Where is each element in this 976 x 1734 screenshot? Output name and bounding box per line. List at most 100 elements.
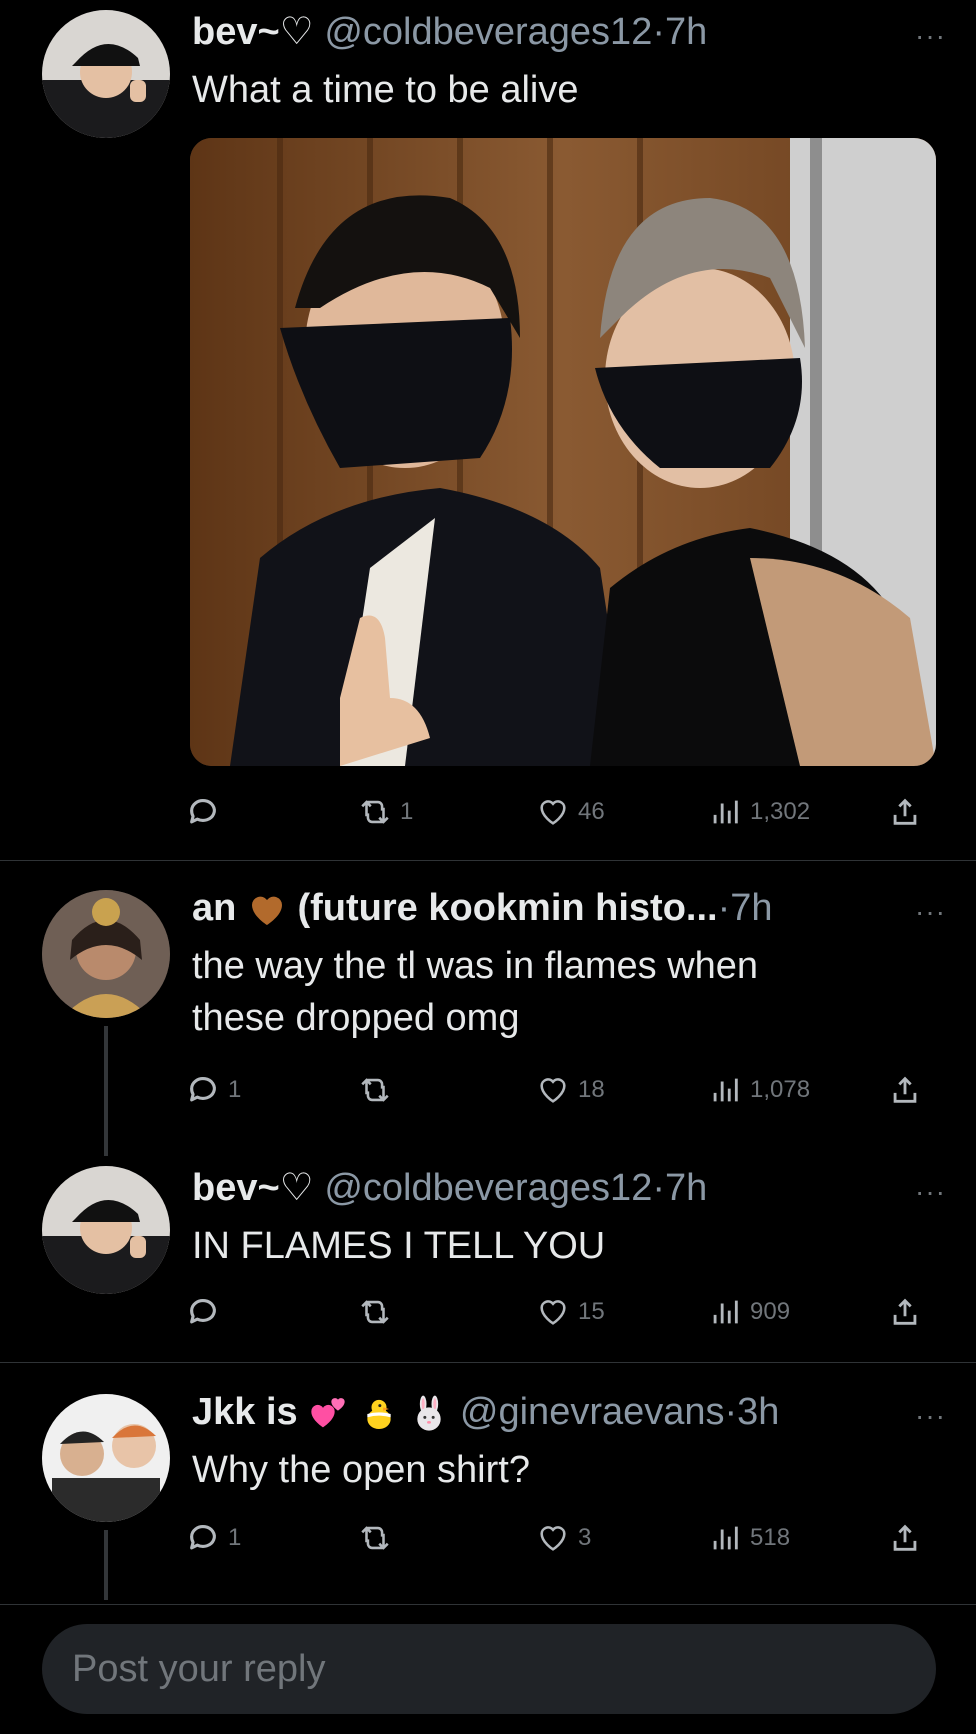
retweet-icon	[361, 1078, 389, 1102]
separator: ·	[652, 1167, 665, 1209]
heart-icon	[540, 1078, 566, 1103]
display-name[interactable]: bev~	[192, 1167, 280, 1209]
views-icon	[713, 1300, 738, 1324]
more-options-button[interactable]: ···	[915, 1176, 946, 1208]
share-icon	[893, 1298, 917, 1325]
tweet-1[interactable]: bev~♡ @coldbeverages12·7h ··· What a tim…	[0, 0, 976, 860]
avatar[interactable]	[42, 10, 170, 138]
tweet-header: Jkk is @ginevraevans·3h	[192, 1390, 880, 1434]
avatar[interactable]	[42, 890, 170, 1018]
display-name[interactable]: bev~	[192, 11, 280, 53]
avatar[interactable]	[42, 1394, 170, 1522]
display-name[interactable]: an	[192, 887, 236, 929]
display-name[interactable]: Jkk is	[192, 1391, 298, 1433]
reply-button[interactable]	[186, 790, 228, 834]
share-button[interactable]	[888, 1068, 922, 1112]
retweet-icon	[361, 800, 389, 824]
views-icon	[713, 1526, 738, 1550]
views-button[interactable]: 909	[708, 1290, 790, 1334]
reply-placeholder: Post your reply	[72, 1647, 326, 1690]
like-button[interactable]: 46	[536, 790, 605, 834]
timestamp[interactable]: 7h	[730, 887, 772, 929]
like-count: 18	[578, 1076, 605, 1103]
separator: ·	[717, 887, 731, 929]
reply-count: 1	[228, 1076, 242, 1103]
tweet-header: bev~♡ @coldbeverages12·7h	[192, 10, 880, 54]
timestamp[interactable]: 7h	[665, 1167, 707, 1209]
divider	[0, 860, 976, 861]
handle[interactable]: @coldbeverages12	[324, 11, 652, 53]
handle[interactable]: @coldbeverages12	[324, 1167, 652, 1209]
tweet-actions: 1 18 1,078	[190, 1068, 932, 1112]
reply-count: 1	[228, 1524, 242, 1551]
like-button[interactable]: 3	[536, 1516, 591, 1560]
reply-button[interactable]: 1	[186, 1516, 241, 1560]
share-button[interactable]	[888, 1516, 922, 1560]
view-count: 518	[750, 1524, 791, 1551]
like-button[interactable]: 15	[536, 1290, 605, 1334]
tweet-photo[interactable]	[190, 138, 936, 766]
display-name-suffix[interactable]: (future kookmin histo...	[297, 887, 717, 929]
reply-input[interactable]: Post your reply	[42, 1624, 936, 1714]
avatar[interactable]	[42, 1166, 170, 1294]
reply-icon	[190, 1077, 216, 1102]
thread-line	[104, 1530, 108, 1600]
share-icon	[893, 1076, 917, 1103]
retweet-icon	[361, 1526, 389, 1550]
views-button[interactable]: 518	[708, 1516, 790, 1560]
tweet-header: bev~♡ @coldbeverages12·7h	[192, 1166, 880, 1210]
separator: ·	[652, 11, 665, 53]
views-icon	[713, 1078, 738, 1102]
tweet-text: Why the open shirt?	[192, 1449, 530, 1491]
handle[interactable]: @ginevraevans	[460, 1391, 725, 1433]
like-count: 15	[578, 1298, 605, 1325]
share-button[interactable]	[888, 1290, 922, 1334]
reply-button[interactable]	[186, 1290, 228, 1334]
views-button[interactable]: 1,078	[708, 1068, 810, 1112]
more-options-button[interactable]: ···	[915, 1400, 946, 1432]
thread-line	[104, 1026, 108, 1156]
retweet-button[interactable]	[358, 1290, 400, 1334]
reply-icon	[190, 1299, 216, 1324]
reply-button[interactable]: 1	[186, 1068, 241, 1112]
tweet-3[interactable]: bev~♡ @coldbeverages12·7h ··· IN FLAMES …	[0, 1156, 976, 1362]
retweet-button[interactable]	[358, 1516, 400, 1560]
views-button[interactable]: 1,302	[708, 790, 810, 834]
two-hearts-icon	[311, 1398, 345, 1428]
view-count: 1,302	[750, 798, 811, 825]
brown-heart-icon	[251, 896, 282, 925]
tweet-text: IN FLAMES I TELL YOU	[192, 1225, 606, 1267]
separator: ·	[724, 1391, 738, 1433]
view-count: 1,078	[750, 1076, 811, 1103]
tweet-header: an (future kookmin histo...·7h	[192, 886, 880, 930]
tweet-2[interactable]: an (future kookmin histo...·7h ··· the w…	[0, 876, 976, 1156]
bunny-icon	[417, 1395, 442, 1431]
retweet-button[interactable]	[358, 1068, 400, 1112]
share-icon	[893, 1524, 917, 1551]
more-options-button[interactable]: ···	[915, 20, 946, 52]
more-options-button[interactable]: ···	[915, 896, 946, 928]
timestamp[interactable]: 3h	[737, 1391, 779, 1433]
name-heart: ♡	[279, 11, 314, 53]
divider	[0, 1362, 976, 1363]
retweet-icon	[361, 1300, 389, 1324]
retweet-count: 1	[400, 798, 414, 825]
timestamp[interactable]: 7h	[665, 11, 707, 53]
tweet-4[interactable]: Jkk is @ginevraevans·3h ··· Why the open…	[0, 1380, 976, 1604]
tweet-actions: 15 909	[190, 1290, 932, 1334]
view-count: 909	[750, 1298, 791, 1325]
name-heart: ♡	[279, 1167, 314, 1209]
heart-icon	[540, 1300, 566, 1325]
reply-icon	[190, 799, 216, 824]
like-button[interactable]: 18	[536, 1068, 605, 1112]
tweet-actions: 1 3 518	[190, 1516, 932, 1560]
like-count: 3	[578, 1524, 592, 1551]
heart-icon	[540, 1526, 566, 1551]
share-button[interactable]	[888, 790, 922, 834]
retweet-button[interactable]: 1	[358, 790, 413, 834]
divider	[0, 1604, 976, 1605]
views-icon	[713, 800, 738, 824]
share-icon	[893, 798, 917, 825]
tweet-actions: 1 46 1,302	[190, 790, 932, 834]
reply-icon	[190, 1525, 216, 1550]
